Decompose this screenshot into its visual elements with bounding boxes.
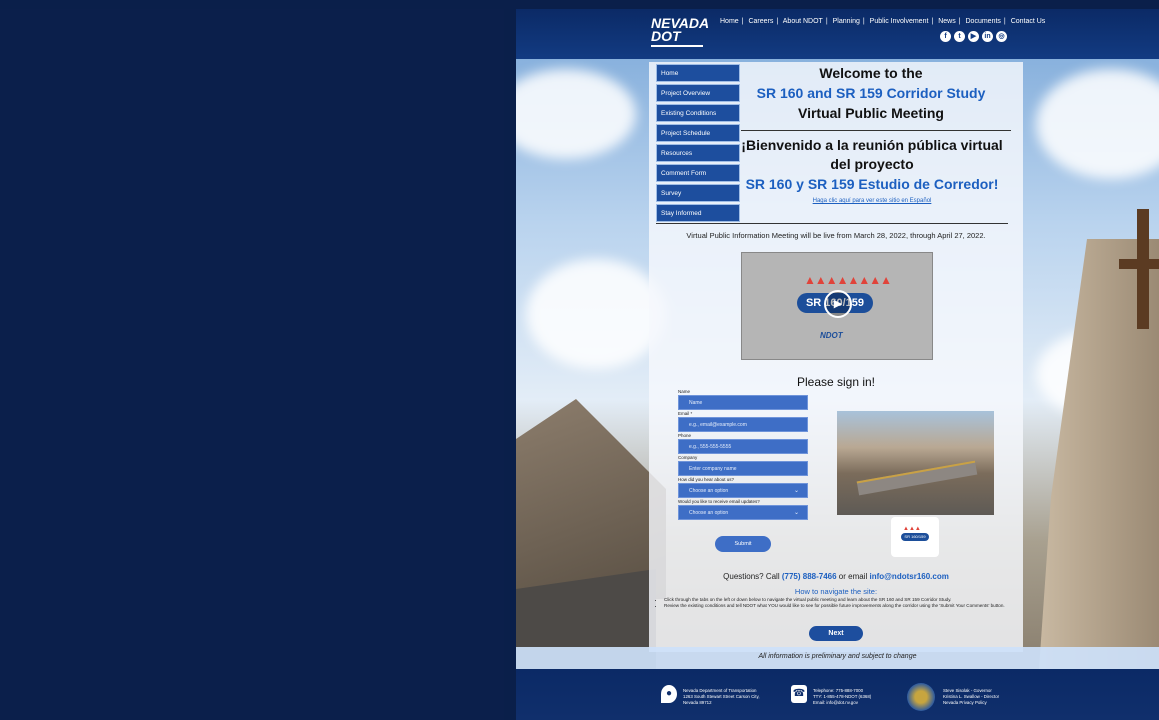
sidenav-item-project-schedule[interactable]: Project Schedule	[656, 124, 740, 142]
spanish-line-1: ¡Bienvenido a la reunión pública virtual	[741, 137, 1003, 153]
disclaimer-text: All information is preliminary and subje…	[758, 653, 917, 660]
highway-photo	[837, 411, 994, 515]
chevron-down-icon: ⌄	[793, 510, 799, 516]
nav-link-planning[interactable]: Planning	[833, 18, 860, 25]
nav-separator: |	[741, 18, 744, 25]
company-input[interactable]: Enter company name	[678, 461, 808, 476]
video-player[interactable]: ▲▲▲▲▲▲▲▲ SR 160/159 ▶ NDOT	[741, 252, 933, 360]
youtube-icon[interactable]: ▶	[968, 31, 979, 42]
contact-phone[interactable]: (775) 888-7466	[782, 572, 837, 581]
cloud	[526, 259, 666, 369]
browser-page: NEVADA DOT Home | Careers | About NDOT | Pl…	[516, 9, 1159, 720]
howto-title: How to navigate the site:	[794, 587, 878, 596]
sidenav-item-project-overview[interactable]: Project Overview	[656, 84, 740, 102]
sidenav-item-survey[interactable]: Survey	[656, 184, 740, 202]
nav-link-home[interactable]: Home	[720, 18, 739, 25]
sidenav-item-home[interactable]: Home	[656, 64, 740, 82]
play-icon[interactable]: ▶	[824, 290, 852, 318]
footer-officials: Steve Sisolak - Governor Kristina L. Swa…	[943, 688, 999, 706]
next-button[interactable]: Next	[809, 626, 863, 641]
divider	[656, 223, 1008, 224]
nav-separator: |	[931, 18, 934, 25]
welcome-line-2: SR 160 and SR 159 Corridor Study	[756, 85, 986, 101]
nav-link-public-involvement[interactable]: Public Involvement	[870, 18, 929, 25]
sidenav-item-comment-form[interactable]: Comment Form	[656, 164, 740, 182]
logo-text: NEVADA DOT	[651, 15, 710, 44]
footer-contact-line[interactable]: Email: info@dot.nv.gov	[813, 700, 871, 706]
nav-separator: |	[862, 18, 865, 25]
nevada-state-seal-icon	[907, 683, 935, 711]
background-mountain	[516, 399, 666, 599]
welcome-heading: Welcome to the SR 160 and SR 159 Corrido…	[746, 65, 996, 121]
signin-title: Please sign in!	[796, 375, 876, 389]
nav-separator: |	[958, 18, 961, 25]
privacy-policy-link[interactable]: Nevada Privacy Policy	[943, 700, 999, 706]
live-notice: Virtual Public Information Meeting will …	[686, 231, 986, 240]
sidenav-item-resources[interactable]: Resources	[656, 144, 740, 162]
social-links: f t ▶ in ◎	[940, 31, 1007, 42]
left-blank-panel	[0, 9, 504, 720]
sidenav-item-existing-conditions[interactable]: Existing Conditions	[656, 104, 740, 122]
sidenav-item-stay-informed[interactable]: Stay Informed	[656, 204, 740, 222]
facebook-icon[interactable]: f	[940, 31, 951, 42]
spanish-heading: ¡Bienvenido a la reunión pública virtual…	[741, 137, 1003, 204]
divider	[741, 130, 1011, 131]
cloud	[516, 69, 636, 159]
nav-link-careers[interactable]: Careers	[748, 18, 773, 25]
contact-middle: or email	[836, 572, 870, 581]
nav-separator: |	[776, 18, 779, 25]
chevron-down-icon: ⌄	[793, 488, 799, 494]
nav-link-contact[interactable]: Contact Us	[1011, 18, 1046, 25]
twitter-icon[interactable]: t	[954, 31, 965, 42]
email-updates-select[interactable]: Choose an option ⌄	[678, 505, 808, 520]
submit-button[interactable]: Submit	[715, 536, 771, 552]
top-navigation: Home | Careers | About NDOT | Planning | Pub…	[720, 18, 1045, 25]
nav-link-news[interactable]: News	[938, 18, 956, 25]
select-value: Choose an option	[689, 488, 729, 494]
logo-subtext	[651, 45, 703, 47]
photo-road	[856, 460, 978, 496]
location-pin-icon: ●	[661, 685, 677, 703]
welcome-line-3: Virtual Public Meeting	[798, 105, 944, 121]
spanish-line-2: del proyecto	[830, 156, 914, 172]
cloud	[1036, 69, 1159, 179]
footer-address: Nevada Department of Transportation 1263…	[683, 688, 760, 706]
instagram-icon[interactable]: ◎	[996, 31, 1007, 42]
howto-list: Click through the tabs on the left or do…	[656, 597, 1026, 609]
header-band	[516, 9, 1159, 59]
nav-link-about[interactable]: About NDOT	[783, 18, 823, 25]
nav-link-documents[interactable]: Documents	[966, 18, 1001, 25]
phone-input[interactable]: e.g., 555-555-5555	[678, 439, 808, 454]
phone-icon: ☎	[791, 685, 807, 703]
name-input[interactable]: Name	[678, 395, 808, 410]
nav-separator: |	[1003, 18, 1006, 25]
spanish-line-3: SR 160 y SR 159 Estudio de Corredor!	[745, 176, 999, 192]
background-cross-bar	[1119, 259, 1159, 269]
side-navigation: Home Project Overview Existing Condition…	[656, 64, 740, 224]
list-item: Review the existing conditions and tell …	[664, 603, 1026, 609]
contact-prefix: Questions? Call	[723, 572, 782, 581]
hear-about-select[interactable]: Choose an option ⌄	[678, 483, 808, 498]
email-input[interactable]: e.g., email@example.com	[678, 417, 808, 432]
background-cross	[1137, 209, 1149, 329]
logo-badge: SR 160/159	[901, 533, 929, 541]
footer-address-line: Nevada 89712	[683, 700, 712, 705]
welcome-line-1: Welcome to the	[819, 65, 923, 81]
linkedin-icon[interactable]: in	[982, 31, 993, 42]
logo-skyline: ▲▲▲	[903, 526, 921, 532]
nav-separator: |	[825, 18, 828, 25]
signin-form: Name Name Email * e.g., email@example.co…	[678, 389, 808, 521]
spanish-site-link[interactable]: Haga clic aquí para ver este sitio en Es…	[741, 198, 1003, 204]
contact-email[interactable]: info@ndotsr160.com	[869, 572, 948, 581]
contact-line: Questions? Call (775) 888-7466 or email …	[649, 572, 1023, 581]
nevada-dot-mini-logo: NDOT	[820, 331, 843, 340]
project-logo: ▲▲▲ SR 160/159	[891, 517, 939, 557]
footer-contact: Telephone: 775-888-7000 TTY: 1-855-478-N…	[813, 688, 871, 706]
nevada-dot-logo[interactable]: NEVADA DOT	[651, 15, 710, 51]
select-value: Choose an option	[689, 510, 729, 516]
